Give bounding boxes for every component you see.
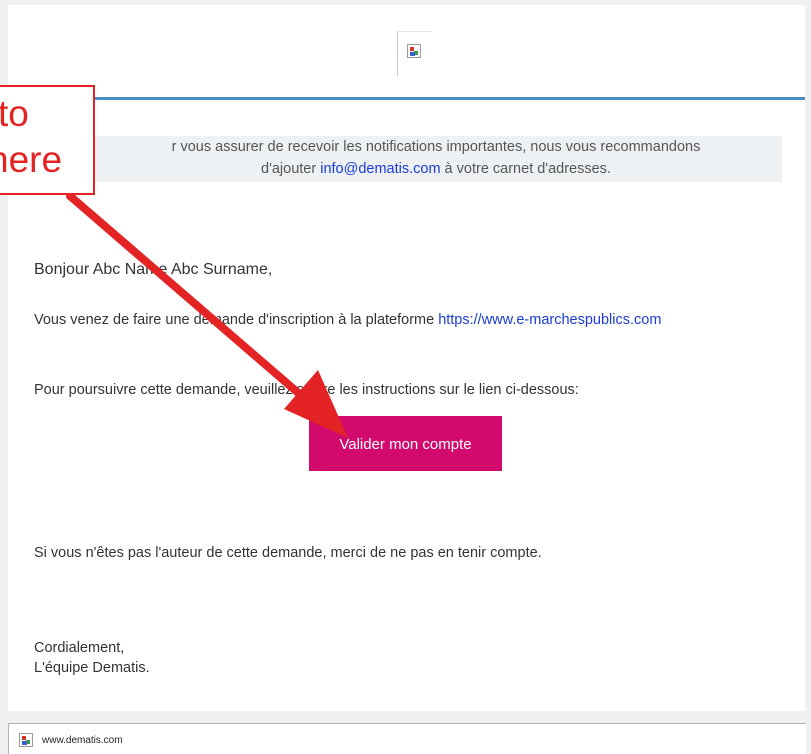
annotation-callout: to here [0,85,95,195]
arrow-shaft [66,192,322,414]
callout-line-1: to [0,93,29,134]
annotation-arrow [66,192,348,438]
callout-line-2: here [0,139,63,180]
arrow-head [284,370,348,438]
email-viewer: r vous assurer de recevoir les notificat… [0,0,811,754]
